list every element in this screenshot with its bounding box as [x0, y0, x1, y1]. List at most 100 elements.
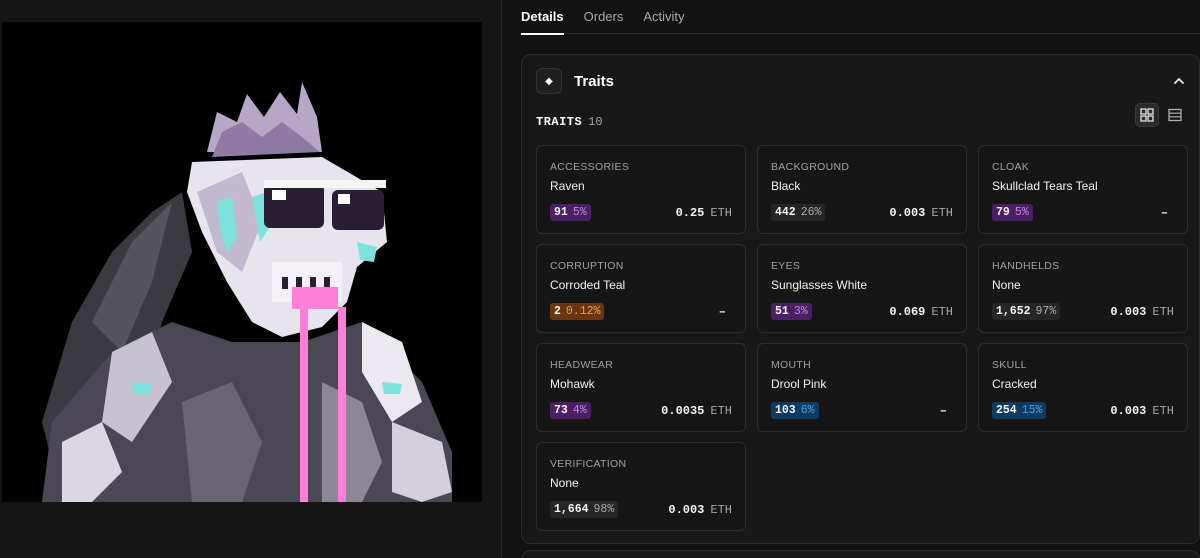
trait-count: 73 — [554, 404, 568, 417]
grid-icon — [1140, 108, 1154, 122]
trait-floor-price: 0.069 ETH — [889, 303, 953, 320]
trait-floor-price: – — [719, 303, 732, 320]
media-pane — [0, 0, 502, 558]
trait-value: None — [550, 476, 579, 490]
tab-details[interactable]: Details — [521, 0, 564, 35]
price-value: – — [1160, 205, 1168, 220]
traits-grid: ACCESSORIES Raven 91 5% 0.25 ETH BACKGRO… — [536, 145, 1188, 531]
traits-count-row: TRAITS 10 — [536, 103, 1187, 132]
trait-type: VERIFICATION — [550, 458, 627, 470]
trait-card[interactable]: VERIFICATION None 1,664 98% 0.003 ETH — [536, 442, 746, 531]
traits-count: 10 — [588, 115, 603, 129]
trait-rarity-badge: 91 5% — [550, 204, 591, 221]
trait-count: 2 — [554, 305, 561, 318]
trait-type: CLOAK — [992, 161, 1030, 173]
trait-type: HEADWEAR — [550, 359, 614, 371]
trait-card[interactable]: MOUTH Drool Pink 103 6% – — [757, 343, 967, 432]
grid-view-button[interactable] — [1135, 103, 1159, 127]
tab-bar: Details Orders Activity — [521, 0, 1200, 35]
trait-card[interactable]: EYES Sunglasses White 51 3% 0.069 ETH — [757, 244, 967, 333]
trait-card[interactable]: BACKGROUND Black 442 26% 0.003 ETH — [757, 145, 967, 234]
trait-percent: 0.12% — [565, 305, 601, 318]
list-view-button[interactable] — [1163, 103, 1187, 127]
trait-floor-price: 0.003 ETH — [889, 204, 953, 221]
price-value: 0.003 — [1110, 304, 1147, 319]
price-unit: ETH — [710, 205, 732, 220]
trait-rarity-badge: 442 26% — [771, 204, 826, 221]
trait-rarity-badge: 1,652 97% — [992, 303, 1061, 320]
tab-orders[interactable]: Orders — [584, 0, 624, 34]
price-value: – — [718, 304, 726, 319]
trait-count: 1,664 — [554, 503, 589, 516]
trait-rarity-badge: 79 5% — [992, 204, 1033, 221]
price-value: 0.25 — [675, 205, 705, 220]
price-unit: ETH — [710, 502, 732, 517]
trait-rarity-badge: 2 0.12% — [550, 303, 605, 320]
trait-value: Raven — [550, 179, 585, 193]
trait-floor-price: 0.0035 ETH — [661, 402, 732, 419]
trait-floor-price: 0.003 ETH — [1110, 402, 1174, 419]
trait-percent: 5% — [1014, 206, 1029, 219]
nft-artwork-image[interactable] — [2, 22, 482, 502]
trait-rarity-badge: 51 3% — [771, 303, 812, 320]
trait-count: 442 — [775, 206, 796, 219]
nft-detail-page: Details Orders Activity ◆ Traits TRAITS … — [0, 0, 1200, 558]
trait-value: Skullclad Tears Teal — [992, 179, 1098, 193]
trait-floor-price: – — [1161, 204, 1174, 221]
traits-count-label: TRAITS — [536, 115, 583, 129]
traits-header[interactable]: ◆ Traits — [522, 55, 1199, 107]
traits-section: ◆ Traits TRAITS 10 ACCESSORIES Raven 91 … — [521, 54, 1200, 544]
trait-value: Sunglasses White — [771, 278, 868, 292]
details-pane: Details Orders Activity ◆ Traits TRAITS … — [503, 0, 1200, 558]
trait-rarity-badge: 73 4% — [550, 402, 591, 419]
price-value: 0.003 — [889, 205, 926, 220]
trait-rarity-badge: 1,664 98% — [550, 501, 619, 518]
price-value: 0.0035 — [661, 403, 705, 418]
price-unit: ETH — [931, 304, 953, 319]
price-value: 0.003 — [668, 502, 705, 517]
list-icon — [1168, 108, 1182, 122]
view-toggle-group — [1135, 103, 1187, 127]
trait-percent: 6% — [800, 404, 815, 417]
trait-percent: 3% — [793, 305, 808, 318]
trait-count: 51 — [775, 305, 789, 318]
price-value: – — [939, 403, 947, 418]
price-value: 0.003 — [1110, 403, 1147, 418]
trait-card[interactable]: HANDHELDS None 1,652 97% 0.003 ETH — [978, 244, 1188, 333]
trait-percent: 5% — [572, 206, 587, 219]
price-value: 0.069 — [889, 304, 926, 319]
trait-count: 103 — [775, 404, 796, 417]
trait-floor-price: 0.003 ETH — [668, 501, 732, 518]
trait-card[interactable]: ACCESSORIES Raven 91 5% 0.25 ETH — [536, 145, 746, 234]
trait-type: CORRUPTION — [550, 260, 624, 272]
trait-card[interactable]: HEADWEAR Mohawk 73 4% 0.0035 ETH — [536, 343, 746, 432]
trait-percent: 97% — [1035, 305, 1057, 318]
price-unit: ETH — [931, 205, 953, 220]
trait-count: 254 — [996, 404, 1017, 417]
trait-count: 91 — [554, 206, 568, 219]
trait-count: 1,652 — [996, 305, 1031, 318]
trait-value: None — [992, 278, 1021, 292]
tab-activity[interactable]: Activity — [643, 0, 684, 34]
trait-rarity-badge: 254 15% — [992, 402, 1047, 419]
next-section-card — [521, 550, 1200, 558]
trait-type: HANDHELDS — [992, 260, 1060, 272]
trait-value: Black — [771, 179, 801, 193]
trait-value: Mohawk — [550, 377, 595, 391]
trait-card[interactable]: SKULL Cracked 254 15% 0.003 ETH — [978, 343, 1188, 432]
collapse-button[interactable] — [1169, 71, 1189, 91]
trait-card[interactable]: CLOAK Skullclad Tears Teal 79 5% – — [978, 145, 1188, 234]
trait-value: Corroded Teal — [550, 278, 626, 292]
trait-percent: 26% — [800, 206, 822, 219]
trait-percent: 98% — [593, 503, 615, 516]
trait-count: 79 — [996, 206, 1010, 219]
trait-value: Cracked — [992, 377, 1037, 391]
trait-card[interactable]: CORRUPTION Corroded Teal 2 0.12% – — [536, 244, 746, 333]
diamond-icon: ◆ — [536, 68, 562, 94]
chevron-up-icon — [1174, 78, 1184, 84]
trait-type: MOUTH — [771, 359, 811, 371]
trait-type: SKULL — [992, 359, 1027, 371]
trait-floor-price: 0.25 ETH — [676, 204, 732, 221]
trait-floor-price: 0.003 ETH — [1110, 303, 1174, 320]
trait-type: ACCESSORIES — [550, 161, 630, 173]
